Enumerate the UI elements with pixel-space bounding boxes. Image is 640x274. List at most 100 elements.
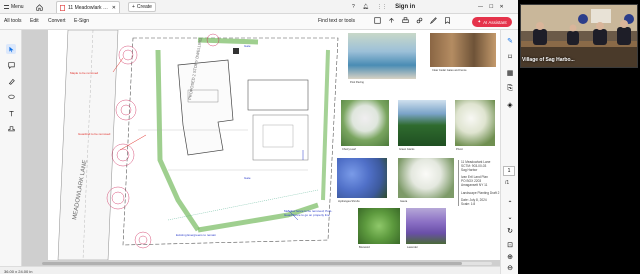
home-button[interactable] xyxy=(36,2,43,12)
esign-menu[interactable]: E-Sign xyxy=(74,18,89,24)
paperclip-icon: ⎘ xyxy=(507,85,513,92)
photo-cedar-gates xyxy=(430,33,496,67)
highlighter-icon xyxy=(8,78,15,85)
attachments-panel-button[interactable]: ⎘ xyxy=(505,84,515,94)
menu-label: Menu xyxy=(11,4,24,10)
layers-icon: ◈ xyxy=(507,102,513,109)
plus-icon: + xyxy=(132,4,135,10)
main-toolbar: All tools Edit Convert E-Sign Find text … xyxy=(0,14,518,30)
photo-privet xyxy=(455,100,495,146)
document-canvas[interactable]: MEADOWLARK LANE PROPOSED 2 STORY DWELLIN… xyxy=(22,30,518,266)
help-icon[interactable]: ? xyxy=(352,4,355,10)
gate-lower-annotation: Gate xyxy=(244,176,251,180)
minimize-icon[interactable]: — xyxy=(478,4,483,10)
thumbnails-panel-button[interactable]: ▦ xyxy=(505,68,515,78)
stamp-tool[interactable] xyxy=(6,124,16,134)
convert-menu[interactable]: Convert xyxy=(48,18,66,24)
zoom-in-button[interactable]: ⊕ xyxy=(505,252,515,262)
right-tool-rail: ✎ ⌑ ▦ ⎘ ◈ ⌃ ⌄ ↻ ⊡ ⊕ ⊖ xyxy=(500,30,518,274)
page-number-input[interactable]: 1 xyxy=(503,166,515,176)
cursor-icon xyxy=(8,46,14,52)
zoom-out-icon: ⊖ xyxy=(507,265,513,272)
scroll-down-button[interactable]: ⌄ xyxy=(505,212,515,222)
draw-tool[interactable] xyxy=(6,92,16,102)
chevron-up-icon: ⌃ xyxy=(507,200,513,207)
print-icon[interactable] xyxy=(402,17,409,24)
caption-cedar-gates: Clear Cedar Gates and Fence xyxy=(432,69,467,72)
pages-icon: ▦ xyxy=(506,70,514,77)
caption-gaura: Gaura xyxy=(400,200,408,203)
ai-assistant-label: AI Assistant xyxy=(483,19,507,25)
apps-grid-icon[interactable]: ⋮⋮ xyxy=(377,4,387,10)
photo-pool-paving xyxy=(348,33,416,79)
pen-icon[interactable] xyxy=(430,17,437,24)
caption-green-giants: Green Giants xyxy=(399,148,415,151)
sparkle-icon: ✦ xyxy=(477,19,482,24)
ai-assistant-button[interactable]: ✦ AI Assistant xyxy=(472,17,512,27)
evergreens-annotation: Existing Evergreens to remain xyxy=(176,233,217,237)
text-tool[interactable] xyxy=(6,108,16,118)
text-cursor-icon xyxy=(8,110,14,116)
save-icon[interactable] xyxy=(374,17,381,24)
link-icon[interactable] xyxy=(416,17,423,24)
stamp-icon xyxy=(7,125,15,131)
find-text-search[interactable]: Find text or tools xyxy=(318,18,355,24)
photo-gaura xyxy=(398,158,454,198)
create-button[interactable]: + Create xyxy=(128,2,156,12)
caption-privet: Privet xyxy=(456,148,463,151)
photo-cherry-leaf xyxy=(341,100,389,146)
chevron-down-icon: ⌄ xyxy=(507,214,513,221)
create-label: Create xyxy=(136,4,152,10)
sign-in-button[interactable]: Sign in xyxy=(395,4,415,10)
close-window-icon[interactable]: ✕ xyxy=(499,4,503,10)
caption-lavender: Lavender xyxy=(407,246,418,249)
edit-menu[interactable]: Edit xyxy=(30,18,39,24)
maple-removed-annotation: Maple to be removed xyxy=(70,71,99,75)
chat-icon: ✎ xyxy=(507,38,513,45)
tb-scale: Scale: 1:8 xyxy=(461,202,476,206)
zoom-out-button[interactable]: ⊖ xyxy=(505,263,515,273)
hamburger-icon xyxy=(4,5,9,9)
home-icon xyxy=(36,3,43,11)
horizontal-scrollbar[interactable] xyxy=(42,262,492,265)
tb-sheet-title: Landscape Planting Draft 2 xyxy=(461,191,500,195)
rotate-icon: ↻ xyxy=(507,228,513,235)
acrobat-window: Menu 11 Meadowlark Lane 8-6... ✕ + Creat… xyxy=(0,0,518,274)
photo-lavender xyxy=(406,208,446,244)
title-block: 11 Meadowlark Lane SCTM: 903-00-03 Sag H… xyxy=(458,160,504,206)
page-total: /1 xyxy=(505,180,510,186)
bookmark-icon[interactable] xyxy=(444,17,451,24)
bookmark-panel-icon: ⌑ xyxy=(508,54,512,61)
layers-panel-button[interactable]: ◈ xyxy=(505,100,515,110)
fit-page-button[interactable]: ⊡ xyxy=(505,240,515,250)
meadow-fence-annotation: Meadow fence to be removed; Post-Guard f… xyxy=(284,209,333,217)
pdf-page: MEADOWLARK LANE PROPOSED 2 STORY DWELLIN… xyxy=(48,30,518,260)
document-tab[interactable]: 11 Meadowlark Lane 8-6... ✕ xyxy=(56,1,120,13)
comment-tool[interactable] xyxy=(6,60,16,70)
rotate-button[interactable]: ↻ xyxy=(505,226,515,236)
caption-cherry-leaf: Cherry-Leaf xyxy=(342,148,356,151)
close-tab-icon[interactable]: ✕ xyxy=(112,5,116,11)
scrollbar-thumb[interactable] xyxy=(42,262,462,265)
select-tool[interactable] xyxy=(6,44,16,54)
document-tab-label: 11 Meadowlark Lane 8-6... xyxy=(68,4,109,11)
page-size-readout: 36.00 x 24.00 in xyxy=(4,269,33,274)
scroll-up-button[interactable]: ⌃ xyxy=(505,198,515,208)
photo-hydrangea xyxy=(337,158,387,198)
comment-icon xyxy=(7,61,15,69)
highlight-tool[interactable] xyxy=(6,76,16,86)
bell-icon[interactable]: 🔔︎ xyxy=(363,4,369,10)
caption-pool-paving: Pool Paving xyxy=(350,81,364,84)
comments-panel-button[interactable]: ✎ xyxy=(505,36,515,46)
upload-icon[interactable] xyxy=(388,17,395,24)
photo-boxwood xyxy=(358,208,400,244)
status-bar: 36.00 x 24.00 in xyxy=(0,266,500,274)
menu-button[interactable]: Menu xyxy=(4,2,24,12)
bookmarks-panel-button[interactable]: ⌑ xyxy=(505,52,515,62)
maximize-icon[interactable]: ☐ xyxy=(489,4,493,10)
all-tools-menu[interactable]: All tools xyxy=(4,18,22,24)
lasso-icon xyxy=(7,94,15,99)
photo-green-giants xyxy=(398,100,446,146)
left-tool-rail xyxy=(0,30,22,266)
gate-annotation: Gate xyxy=(244,44,251,48)
